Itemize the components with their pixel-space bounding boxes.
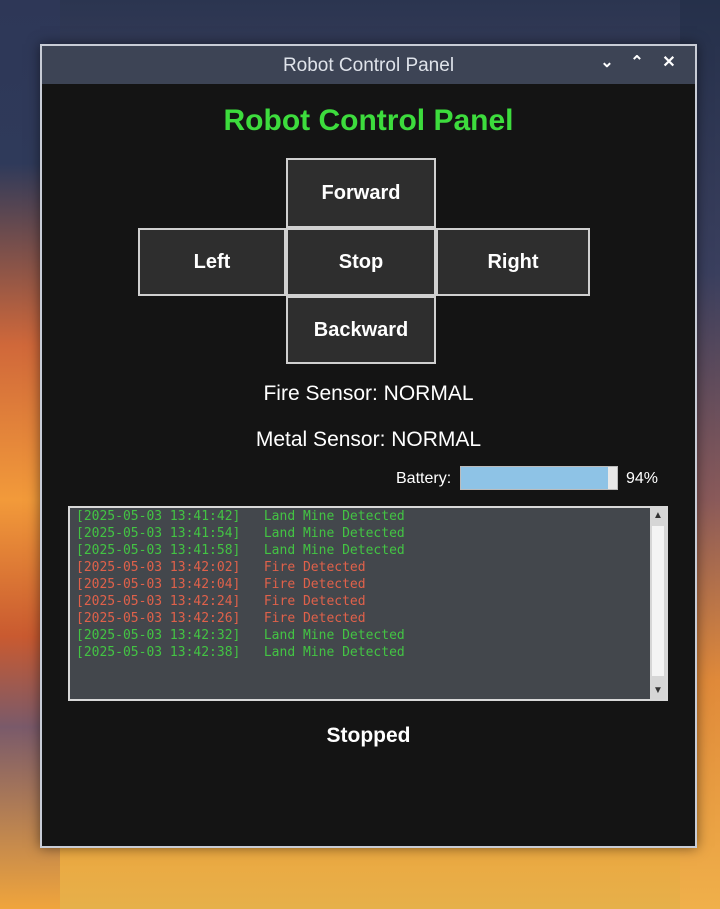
metal-sensor-status: Metal Sensor: NORMAL — [255, 428, 482, 451]
stop-button[interactable]: Stop — [286, 228, 436, 296]
fire-sensor-status: Fire Sensor: NORMAL — [263, 382, 474, 405]
page-title: Robot Control Panel — [223, 104, 514, 137]
close-icon[interactable]: ✕ — [657, 52, 681, 72]
scroll-up-icon[interactable]: ▲ — [650, 508, 666, 524]
log-entry: [2025-05-03 13:42:32] Land Mine Detected — [76, 628, 405, 643]
left-button[interactable]: Left — [138, 228, 286, 296]
backward-button[interactable]: Backward — [286, 296, 436, 364]
robot-status: Stopped — [326, 724, 411, 747]
forward-button[interactable]: Forward — [286, 158, 436, 228]
right-button[interactable]: Right — [436, 228, 590, 296]
log-entry: [2025-05-03 13:42:38] Land Mine Detected — [76, 645, 405, 660]
log-entry: [2025-05-03 13:41:58] Land Mine Detected — [76, 543, 405, 558]
battery-label: Battery: — [396, 470, 452, 487]
log-entry: [2025-05-03 13:41:54] Land Mine Detected — [76, 526, 405, 541]
log-lines: [2025-05-03 13:41:42] Land Mine Detected… — [70, 508, 666, 661]
battery-percent: 94% — [626, 470, 659, 487]
battery-progress-bar — [460, 466, 618, 490]
log-entry: [2025-05-03 13:42:26] Fire Detected — [76, 611, 366, 626]
window-content: Robot Control Panel Forward Left Stop Ri… — [42, 84, 695, 846]
app-window: Robot Control Panel ⌄ ⌃ ✕ Robot Control … — [40, 44, 697, 848]
scroll-thumb[interactable] — [652, 526, 664, 676]
maximize-icon[interactable]: ⌃ — [625, 52, 649, 72]
minimize-icon[interactable]: ⌄ — [595, 52, 619, 72]
log-entry: [2025-05-03 13:42:24] Fire Detected — [76, 594, 366, 609]
log-entry: [2025-05-03 13:41:42] Land Mine Detected — [76, 509, 405, 524]
scroll-down-icon[interactable]: ▼ — [650, 683, 666, 699]
battery-progress-fill — [461, 467, 608, 489]
title-bar[interactable]: Robot Control Panel ⌄ ⌃ ✕ — [42, 46, 695, 84]
log-entry: [2025-05-03 13:42:02] Fire Detected — [76, 560, 366, 575]
log-entry: [2025-05-03 13:42:04] Fire Detected — [76, 577, 366, 592]
event-log[interactable]: [2025-05-03 13:41:42] Land Mine Detected… — [68, 506, 668, 701]
log-scrollbar[interactable]: ▲ ▼ — [650, 508, 666, 699]
